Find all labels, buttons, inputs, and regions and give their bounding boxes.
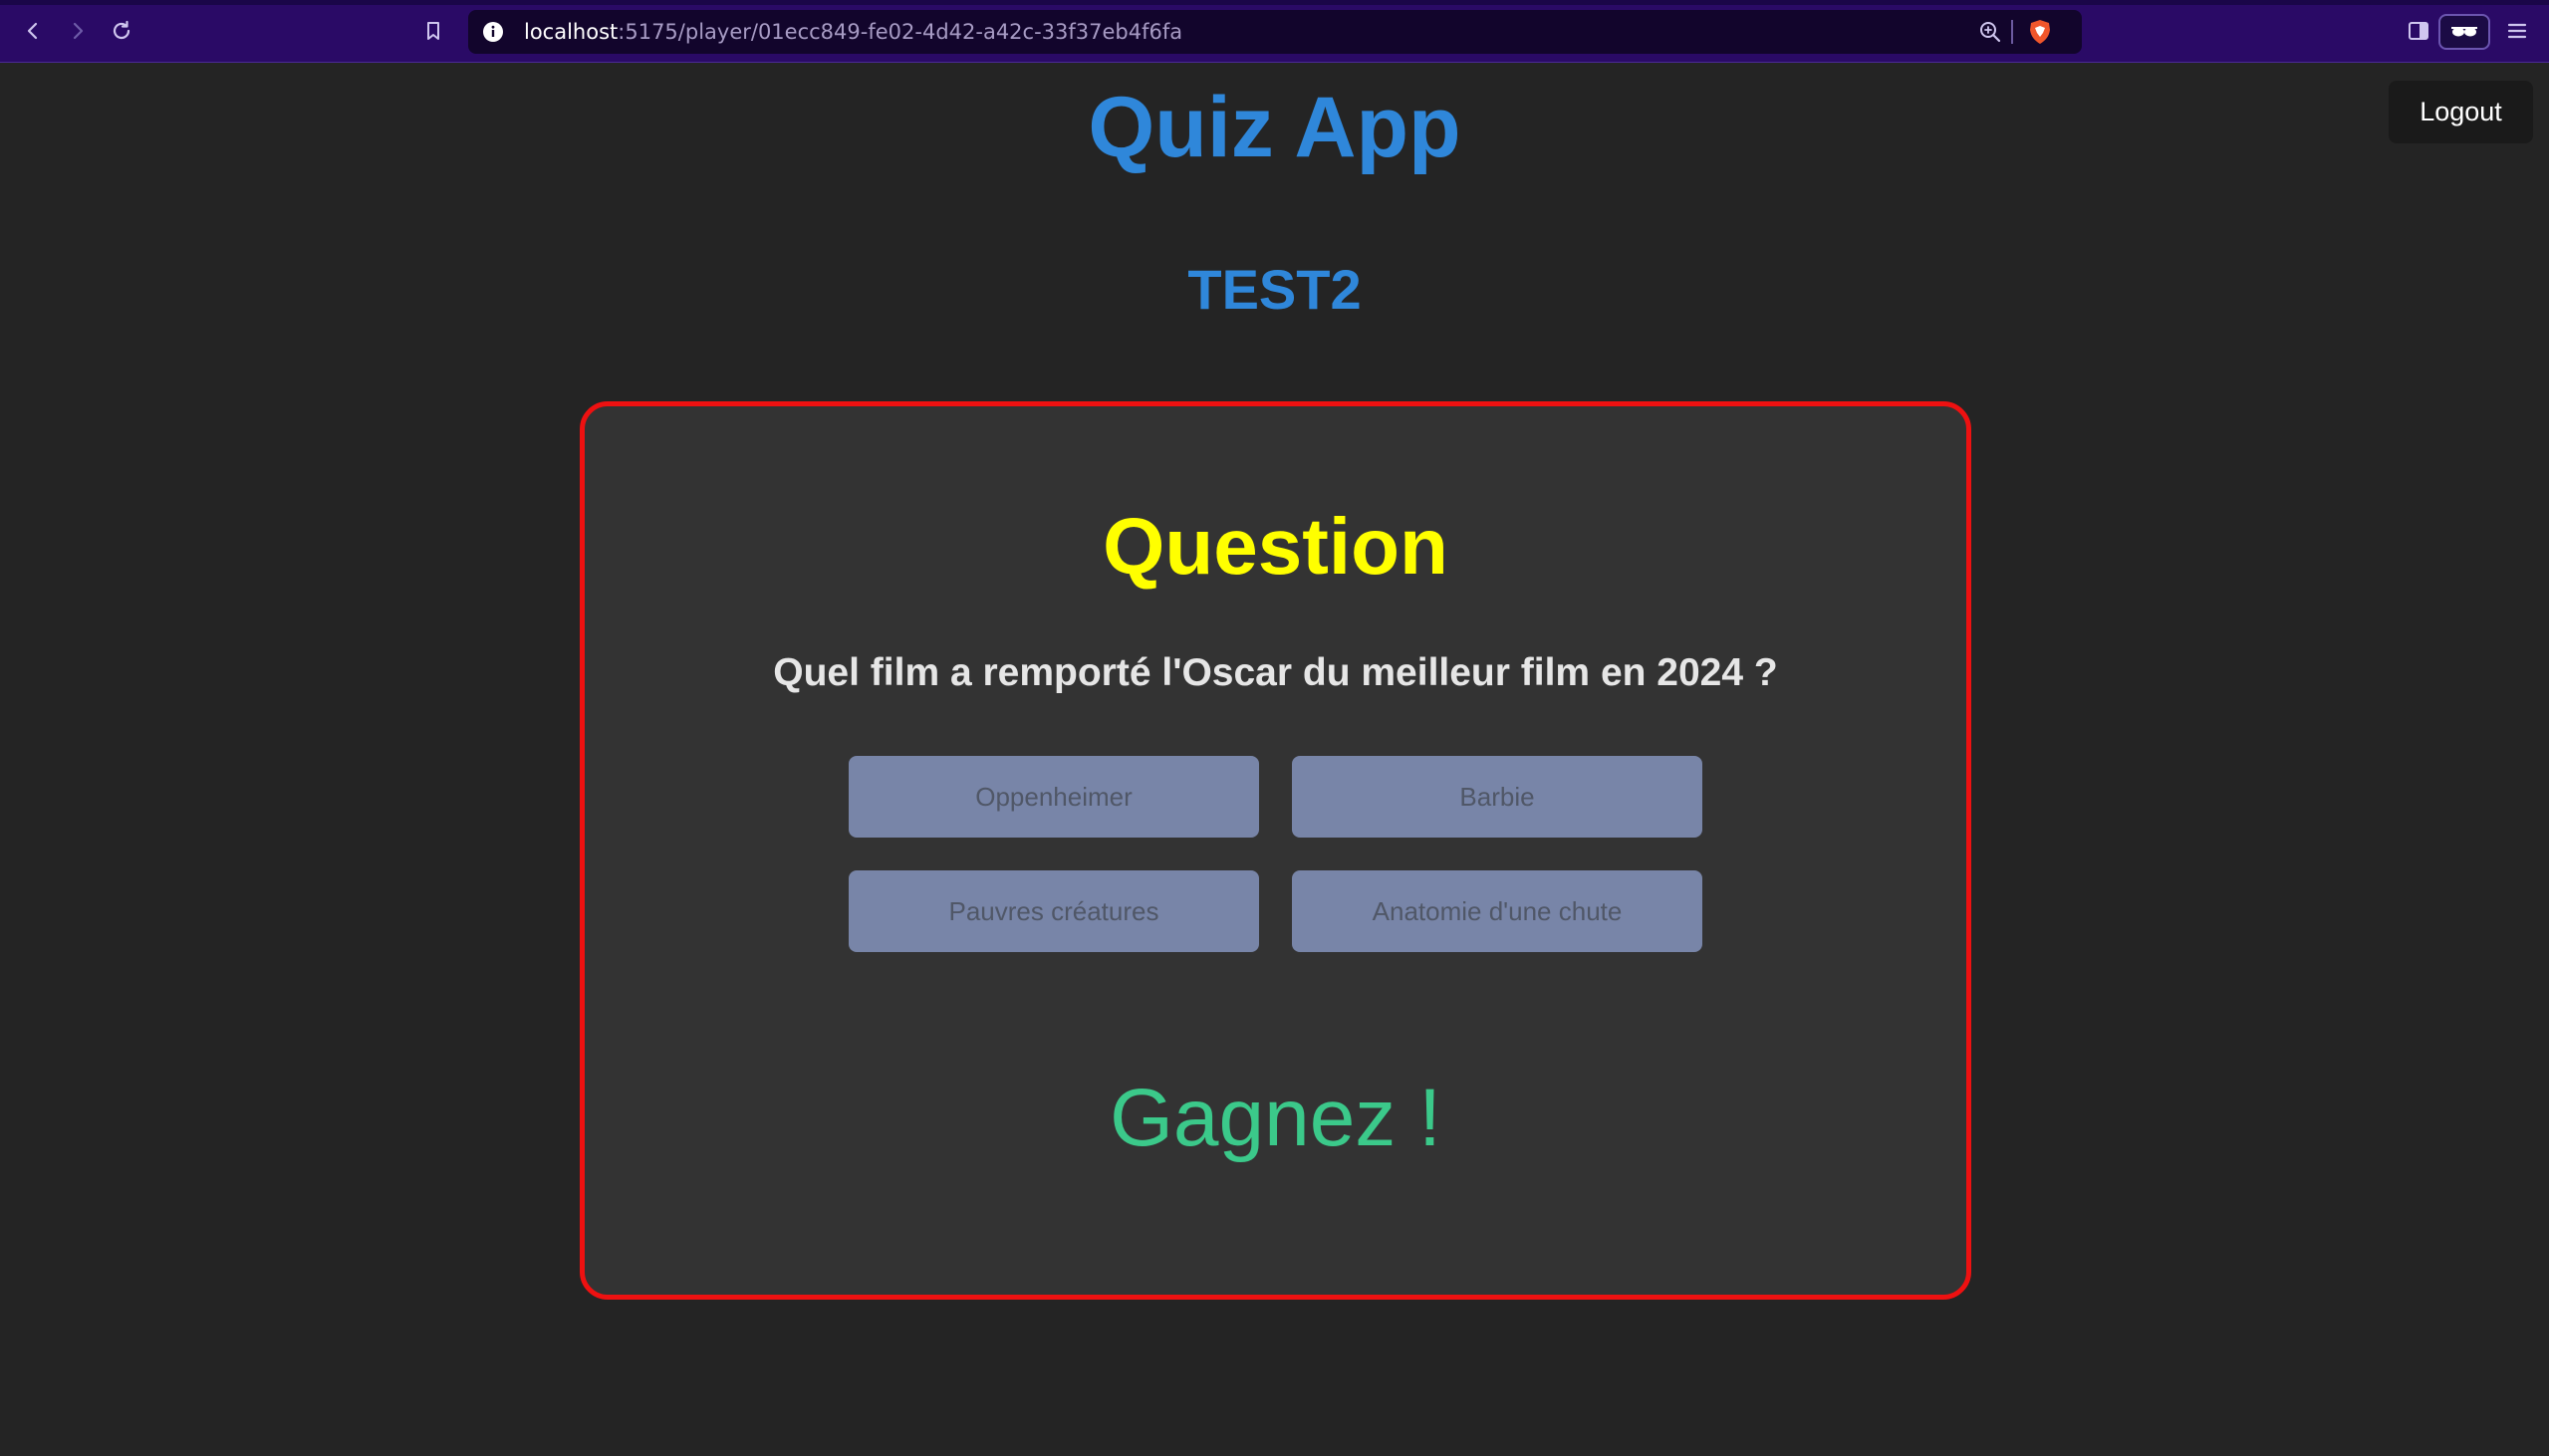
address-bar-divider (2011, 20, 2013, 44)
answer-button[interactable]: Pauvres créatures (849, 870, 1259, 952)
address-bar[interactable]: localhost:5175/player/01ecc849-fe02-4d42… (468, 10, 2082, 54)
url-text: localhost:5175/player/01ecc849-fe02-4d42… (524, 20, 1182, 44)
question-text: Quel film a remporté l'Oscar du meilleur… (773, 651, 1778, 694)
site-info-icon[interactable] (482, 21, 504, 43)
back-icon[interactable] (18, 16, 48, 46)
zoom-icon[interactable] (1978, 20, 2002, 44)
logout-button[interactable]: Logout (2389, 81, 2533, 143)
answer-button[interactable]: Barbie (1292, 756, 1702, 838)
quiz-name: TEST2 (1187, 258, 1362, 321)
forward-icon[interactable] (63, 16, 93, 46)
answer-button[interactable]: Oppenheimer (849, 756, 1259, 838)
question-heading: Question (1103, 502, 1448, 591)
bookmark-icon[interactable] (418, 16, 448, 46)
menu-icon[interactable] (2502, 16, 2532, 46)
result-message: Gagnez ! (1110, 1073, 1441, 1163)
private-window-icon[interactable] (2438, 14, 2490, 50)
sidebar-icon[interactable] (2404, 16, 2433, 46)
reload-icon[interactable] (107, 16, 136, 46)
url-path: :5175/player/01ecc849-fe02-4d42-a42c-33f… (618, 20, 1183, 44)
app-title: Quiz App (1088, 80, 1461, 175)
question-card: Question Quel film a remporté l'Oscar du… (580, 401, 1971, 1300)
url-host: localhost (524, 20, 619, 44)
browser-toolbar: localhost:5175/player/01ecc849-fe02-4d42… (0, 0, 2549, 63)
answer-button[interactable]: Anatomie d'une chute (1292, 870, 1702, 952)
brave-shield-icon[interactable] (2026, 18, 2054, 46)
